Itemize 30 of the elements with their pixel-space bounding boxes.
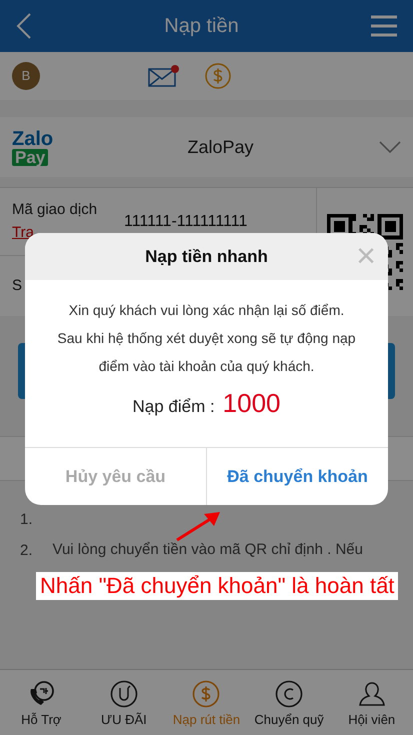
nav-tab[interactable]: Hỗ Trợ	[0, 670, 83, 735]
nav-tab[interactable]: ƯU ĐÃI	[82, 670, 166, 735]
confirm-button[interactable]: Đã chuyển khoản	[206, 448, 388, 505]
row-label: S	[12, 276, 22, 296]
note-text: Vui lòng chuyển tiền vào mã QR chỉ định . Nếu	[52, 540, 363, 560]
zalopay-logo: Zalo Pay	[12, 128, 54, 166]
payment-name: ZaloPay	[186, 136, 255, 159]
dialog-title: Nạp tiền nhanh	[145, 246, 268, 268]
dialog-message: Xin quý khách vui lòng xác nhận lại số điểm. Sau khi hệ thống xét duyệt xong sẽ tự động nạp điểm vào tài khoản của quý khách.	[57, 301, 356, 376]
nav-tab[interactable]: Hội viên	[330, 670, 413, 735]
transaction-code: 111111-111111111	[124, 212, 248, 232]
page-title: Nạp tiền	[164, 14, 239, 39]
dollar-circle-icon[interactable]	[204, 62, 232, 90]
menu-icon[interactable]	[371, 15, 397, 37]
user-icon	[358, 680, 386, 708]
payment-select[interactable]: Zalo Pay ZaloPay	[0, 117, 413, 177]
note-number: 2.	[20, 540, 33, 560]
chevron-down-icon	[379, 141, 401, 153]
back-icon[interactable]	[16, 12, 32, 40]
u-circle-icon	[110, 680, 138, 708]
note-number: 1.	[20, 510, 33, 530]
nav-tab[interactable]: Chuyển quỹ	[248, 670, 330, 735]
transaction-label: Mã giao dịch	[12, 200, 98, 220]
annotation-text: Nhấn "Đã chuyển khoản" là hoàn tất	[36, 572, 398, 600]
points-value: 1000	[222, 387, 281, 420]
c-circle-icon	[275, 680, 304, 708]
dollar-circle-icon	[192, 680, 220, 708]
user-avatar: B	[12, 62, 40, 90]
points-label: Nạp điểm :	[132, 396, 215, 418]
mail-icon[interactable]	[148, 64, 180, 88]
